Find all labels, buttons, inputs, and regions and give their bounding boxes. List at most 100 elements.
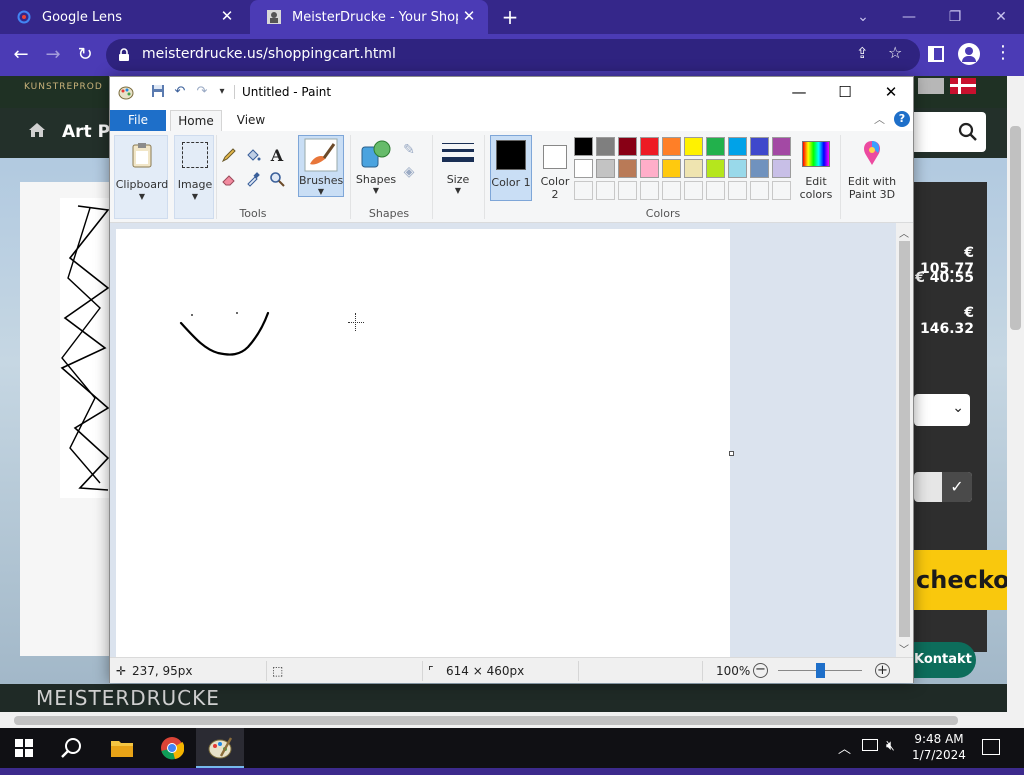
palette-color-swatch[interactable] xyxy=(640,159,659,178)
brushes-button[interactable]: Brushes ▼ xyxy=(298,135,344,197)
palette-color-swatch[interactable] xyxy=(618,159,637,178)
paint-minimize-icon[interactable]: — xyxy=(776,79,822,105)
paint-taskbar-icon[interactable] xyxy=(196,728,244,768)
palette-custom-swatch[interactable] xyxy=(596,181,615,200)
tab-file[interactable]: File xyxy=(110,110,166,131)
magnifier-icon[interactable] xyxy=(268,171,286,189)
tab-google-lens[interactable]: Google Lens ✕ xyxy=(0,0,246,34)
bookmark-star-icon[interactable]: ☆ xyxy=(888,43,902,62)
minimize-icon[interactable]: — xyxy=(886,4,932,30)
paint-close-icon[interactable]: ✕ xyxy=(868,79,914,105)
color1-button[interactable]: Color 1 xyxy=(490,135,532,201)
customize-quick-access-chevron-icon[interactable]: ▾ xyxy=(214,84,230,100)
canvas-vertical-scroll-thumb[interactable] xyxy=(899,241,910,637)
palette-color-swatch[interactable] xyxy=(596,159,615,178)
image-button[interactable]: Image ▼ xyxy=(174,135,214,219)
zoom-out-icon[interactable]: − xyxy=(753,663,768,678)
windows-start-icon[interactable] xyxy=(0,728,48,768)
search-icon[interactable] xyxy=(958,122,978,142)
kontakt-button[interactable]: Kontakt xyxy=(906,642,976,678)
palette-color-swatch[interactable] xyxy=(574,137,593,156)
palette-color-swatch[interactable] xyxy=(596,137,615,156)
text-tool-icon[interactable]: A xyxy=(268,147,286,165)
coupon-input[interactable]: ✓ xyxy=(914,472,972,502)
search-icon[interactable] xyxy=(48,728,96,768)
palette-color-swatch[interactable] xyxy=(640,137,659,156)
palette-custom-swatch[interactable] xyxy=(618,181,637,200)
palette-color-swatch[interactable] xyxy=(728,159,747,178)
tab-view[interactable]: View xyxy=(228,110,274,131)
help-icon[interactable]: ? xyxy=(894,111,910,127)
color2-button[interactable]: Color 2 xyxy=(536,135,574,201)
palette-color-swatch[interactable] xyxy=(750,159,769,178)
volume-muted-icon[interactable]: 🔇︎ xyxy=(886,738,895,754)
palette-custom-swatch[interactable] xyxy=(640,181,659,200)
palette-color-swatch[interactable] xyxy=(750,137,769,156)
checkout-button[interactable]: checkou xyxy=(914,550,1007,610)
palette-custom-swatch[interactable] xyxy=(728,181,747,200)
scroll-up-arrow-icon[interactable]: ︿ xyxy=(899,225,909,240)
profile-avatar-icon[interactable] xyxy=(958,43,980,65)
palette-color-swatch[interactable] xyxy=(706,137,725,156)
reload-icon[interactable]: ↻ xyxy=(72,42,98,68)
size-button[interactable]: Size ▼ xyxy=(438,135,478,197)
palette-color-swatch[interactable] xyxy=(772,137,791,156)
close-window-icon[interactable]: ✕ xyxy=(978,4,1024,30)
new-tab-plus-icon[interactable]: + xyxy=(498,5,522,29)
address-bar[interactable]: meisterdrucke.us/shoppingcart.html ⇪ ☆ xyxy=(106,39,920,71)
notifications-icon[interactable] xyxy=(982,739,1000,755)
chevron-down-icon[interactable]: ⌄ xyxy=(840,4,886,30)
show-hidden-icons-chevron-icon[interactable]: ︿ xyxy=(838,738,851,757)
canvas-resize-handle[interactable] xyxy=(729,451,734,456)
palette-custom-swatch[interactable] xyxy=(772,181,791,200)
palette-color-swatch[interactable] xyxy=(684,137,703,156)
danish-flag-icon[interactable] xyxy=(950,78,976,94)
palette-color-swatch[interactable] xyxy=(662,159,681,178)
fill-bucket-icon[interactable] xyxy=(244,147,262,165)
palette-custom-swatch[interactable] xyxy=(706,181,725,200)
collapse-ribbon-icon[interactable]: ︿ xyxy=(874,111,885,127)
palette-custom-swatch[interactable] xyxy=(750,181,769,200)
palette-color-swatch[interactable] xyxy=(618,137,637,156)
edit-with-paint3d-button[interactable]: Edit with Paint 3D xyxy=(844,135,900,201)
shapes-button[interactable]: Shapes ▼ xyxy=(354,135,398,197)
tab-meisterdrucke[interactable]: MeisterDrucke - Your Shopping ✕ xyxy=(250,0,488,34)
zoom-in-icon[interactable]: + xyxy=(875,663,890,678)
pencil-icon[interactable] xyxy=(220,147,238,165)
file-explorer-icon[interactable] xyxy=(98,728,146,768)
drawing-canvas[interactable] xyxy=(116,229,730,657)
home-icon[interactable] xyxy=(28,122,46,138)
tab-home[interactable]: Home xyxy=(170,110,222,131)
save-icon[interactable] xyxy=(150,84,166,100)
palette-color-swatch[interactable] xyxy=(684,159,703,178)
palette-color-swatch[interactable] xyxy=(574,159,593,178)
palette-color-swatch[interactable] xyxy=(728,137,747,156)
edit-colors-button[interactable]: Edit colors xyxy=(798,135,834,201)
restore-icon[interactable]: ❐ xyxy=(932,4,978,30)
zoom-slider-thumb[interactable] xyxy=(816,663,825,678)
close-icon[interactable]: ✕ xyxy=(218,7,236,25)
flag-icon[interactable] xyxy=(918,78,944,94)
palette-color-swatch[interactable] xyxy=(772,159,791,178)
chrome-icon[interactable] xyxy=(148,728,196,768)
redo-icon[interactable]: ↷ xyxy=(194,84,210,100)
color-picker-icon[interactable] xyxy=(244,171,262,189)
fill-icon[interactable]: ◈ xyxy=(400,163,418,181)
outline-icon[interactable]: ✎ xyxy=(400,141,418,159)
page-horizontal-scroll-thumb[interactable] xyxy=(14,716,958,725)
checkmark-icon[interactable]: ✓ xyxy=(942,472,972,502)
share-icon[interactable]: ⇪ xyxy=(856,44,869,62)
page-vertical-scroll-thumb[interactable] xyxy=(1010,126,1021,330)
site-search-box[interactable] xyxy=(914,112,986,152)
undo-icon[interactable]: ↶ xyxy=(172,84,188,100)
taskbar-clock[interactable]: 9:48 AM 1/7/2024 xyxy=(908,731,970,763)
country-select[interactable]: ⌄ xyxy=(914,394,970,426)
palette-color-swatch[interactable] xyxy=(706,159,725,178)
back-arrow-icon[interactable]: ← xyxy=(8,42,34,68)
network-icon[interactable] xyxy=(862,739,878,751)
clipboard-button[interactable]: Clipboard ▼ xyxy=(114,135,168,219)
palette-custom-swatch[interactable] xyxy=(684,181,703,200)
eraser-icon[interactable] xyxy=(220,171,238,189)
forward-arrow-icon[interactable]: → xyxy=(40,42,66,68)
side-panel-icon[interactable] xyxy=(928,46,944,62)
